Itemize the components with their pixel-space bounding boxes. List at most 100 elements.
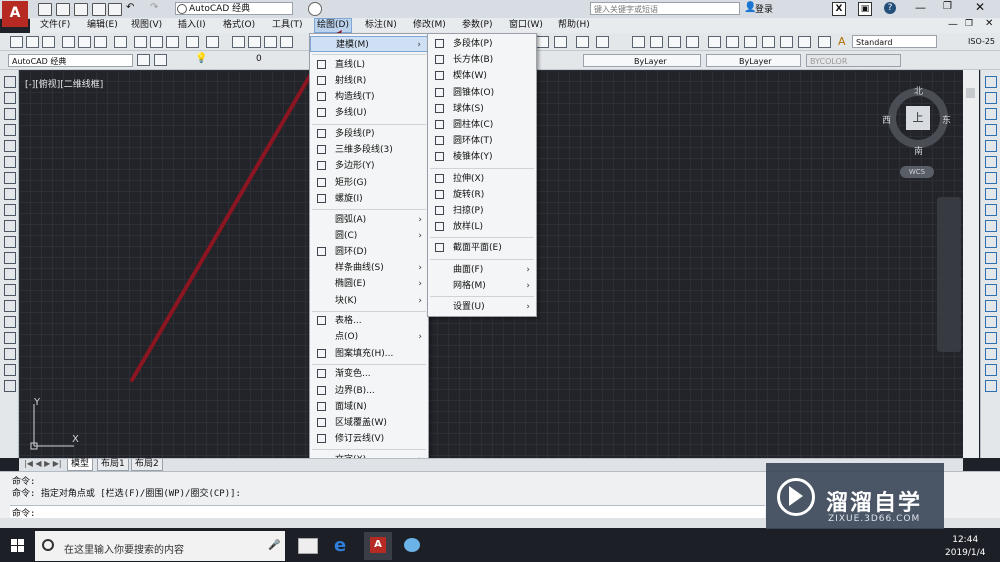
modify-tool-icon[interactable]: [985, 188, 997, 200]
draw-tool-icon[interactable]: [4, 268, 16, 280]
color-dropdown[interactable]: ByLayer: [583, 54, 701, 67]
draw-menu-item[interactable]: 区域覆盖(W): [310, 415, 428, 431]
a360-icon[interactable]: ▣: [858, 2, 872, 16]
close-icon[interactable]: ✕: [975, 0, 985, 14]
draw-tool-icon[interactable]: [4, 92, 16, 104]
modify-tool-icon[interactable]: [985, 300, 997, 312]
modify-tool-icon[interactable]: [985, 172, 997, 184]
publish-icon[interactable]: [94, 36, 107, 48]
menu-help[interactable]: 帮助(H): [556, 19, 592, 32]
draw-tool-icon[interactable]: [4, 348, 16, 360]
draw-menu-item[interactable]: 圆环(D): [310, 244, 428, 260]
pan-icon[interactable]: [536, 36, 549, 48]
draw-menu-item[interactable]: 椭圆(E) ›: [310, 276, 428, 292]
quickcalc-icon[interactable]: [798, 36, 811, 48]
doc-restore-icon[interactable]: ❐: [965, 19, 973, 29]
modeling-menu-item[interactable]: 拉伸(X): [428, 171, 536, 187]
draw-tool-icon[interactable]: [4, 108, 16, 120]
mic-icon[interactable]: 🎤: [268, 540, 280, 551]
draw-menu-item[interactable]: 图案填充(H)...: [310, 346, 428, 362]
draw-menu-item[interactable]: 块(K) ›: [310, 293, 428, 309]
draw-menu-item[interactable]: 边界(B)...: [310, 383, 428, 399]
modeling-menu-item[interactable]: 圆锥体(O): [428, 85, 536, 101]
modify-tool-icon[interactable]: [985, 252, 997, 264]
draw-menu-item[interactable]: 多线(U): [310, 105, 428, 121]
draw-menu-item[interactable]: 多边形(Y): [310, 158, 428, 174]
modify-tool-icon[interactable]: [985, 108, 997, 120]
modify-tool-icon[interactable]: [985, 332, 997, 344]
modeling-menu-item[interactable]: 扫掠(P): [428, 203, 536, 219]
paint-icon[interactable]: [404, 538, 420, 552]
orbit-icon[interactable]: [596, 36, 609, 48]
modeling-menu-item[interactable]: 多段体(P): [428, 36, 536, 52]
draw-tool-icon[interactable]: [4, 380, 16, 392]
taskbar-clock[interactable]: 12:44 2019/1/4: [945, 534, 985, 560]
tab-nav-arrows[interactable]: |◀ ◀ ▶ ▶|: [24, 459, 62, 468]
modeling-menu-item[interactable]: 楔体(W): [428, 68, 536, 84]
properties-palette-icon[interactable]: [708, 36, 721, 48]
zoom-icon[interactable]: [554, 36, 567, 48]
edge-icon[interactable]: e: [334, 535, 346, 556]
workspace-settings-icon[interactable]: [308, 2, 322, 16]
draw-tool-icon[interactable]: [4, 236, 16, 248]
draw-menu-item[interactable]: 点(O) ›: [310, 329, 428, 345]
modeling-menu-item[interactable]: 设置(U) ›: [428, 299, 536, 315]
doc-close-icon[interactable]: ✕: [985, 18, 993, 29]
modeling-menu-item[interactable]: 圆柱体(C): [428, 117, 536, 133]
modeling-menu-item[interactable]: 长方体(B): [428, 52, 536, 68]
draw-tool-icon[interactable]: [4, 156, 16, 168]
draw-menu-item[interactable]: 建模(M) ›: [310, 36, 428, 52]
menu-edit[interactable]: 编辑(E): [85, 19, 120, 32]
autocad-logo-icon[interactable]: A: [2, 1, 28, 27]
markup-icon[interactable]: [780, 36, 793, 48]
draw-menu-item[interactable]: 三维多段线(3): [310, 142, 428, 158]
zoom-previous-icon[interactable]: [686, 36, 699, 48]
modify-tool-icon[interactable]: [985, 156, 997, 168]
draw-tool-icon[interactable]: [4, 300, 16, 312]
draw-menu-item[interactable]: 圆弧(A) ›: [310, 212, 428, 228]
help-icon[interactable]: [818, 36, 831, 48]
task-view-icon[interactable]: [298, 538, 318, 554]
plotstyle-dropdown[interactable]: BYCOLOR: [806, 54, 901, 67]
tab-layout1[interactable]: 布局1: [97, 459, 129, 471]
modeling-menu-item[interactable]: 旋转(R): [428, 187, 536, 203]
modify-tool-icon[interactable]: [985, 204, 997, 216]
modeling-menu-item[interactable]: 截面平面(E): [428, 240, 536, 256]
draw-menu-item[interactable]: 面域(N): [310, 399, 428, 415]
modeling-menu-item[interactable]: 球体(S): [428, 101, 536, 117]
wcs-button[interactable]: WCS: [900, 166, 934, 178]
tab-model[interactable]: 模型: [67, 459, 94, 471]
exchange-icon[interactable]: X: [832, 2, 846, 16]
doc-minimize-icon[interactable]: —: [948, 19, 958, 30]
realtime-pan-icon[interactable]: [632, 36, 645, 48]
sheetset-icon[interactable]: [762, 36, 775, 48]
navigation-bar[interactable]: [937, 197, 961, 352]
draw-menu-item[interactable]: 构造线(T): [310, 89, 428, 105]
draw-tool-icon[interactable]: [4, 124, 16, 136]
modeling-menu-item[interactable]: 放样(L): [428, 219, 536, 235]
help-icon[interactable]: ?: [884, 2, 896, 14]
modify-tool-icon[interactable]: [985, 124, 997, 136]
draw-tool-icon[interactable]: [4, 188, 16, 200]
qnew-icon[interactable]: [10, 36, 23, 48]
modeling-menu-item[interactable]: 圆环体(T): [428, 133, 536, 149]
save-as-icon[interactable]: [92, 3, 106, 16]
print-icon[interactable]: [108, 3, 122, 16]
workspace-dropdown[interactable]: AutoCAD 经典: [8, 54, 133, 67]
viewport-label[interactable]: [-][俯视][二维线框]: [25, 77, 103, 90]
draw-tool-icon[interactable]: [4, 140, 16, 152]
modify-tool-icon[interactable]: [985, 92, 997, 104]
modeling-menu-item[interactable]: 棱锥体(Y): [428, 149, 536, 165]
draw-tool-icon[interactable]: [4, 332, 16, 344]
menu-parametric[interactable]: 参数(P): [460, 19, 494, 32]
tab-layout2[interactable]: 布局2: [131, 459, 163, 471]
command-input[interactable]: [10, 505, 765, 518]
draw-tool-icon[interactable]: [4, 220, 16, 232]
modify-tool-icon[interactable]: [985, 380, 997, 392]
zoom-window-icon[interactable]: [668, 36, 681, 48]
draw-tool-icon[interactable]: [4, 204, 16, 216]
scrollbar-thumb[interactable]: [966, 88, 975, 98]
modify-tool-icon[interactable]: [985, 316, 997, 328]
save-icon[interactable]: [74, 3, 88, 16]
draw-menu-item[interactable]: 样条曲线(S) ›: [310, 260, 428, 276]
